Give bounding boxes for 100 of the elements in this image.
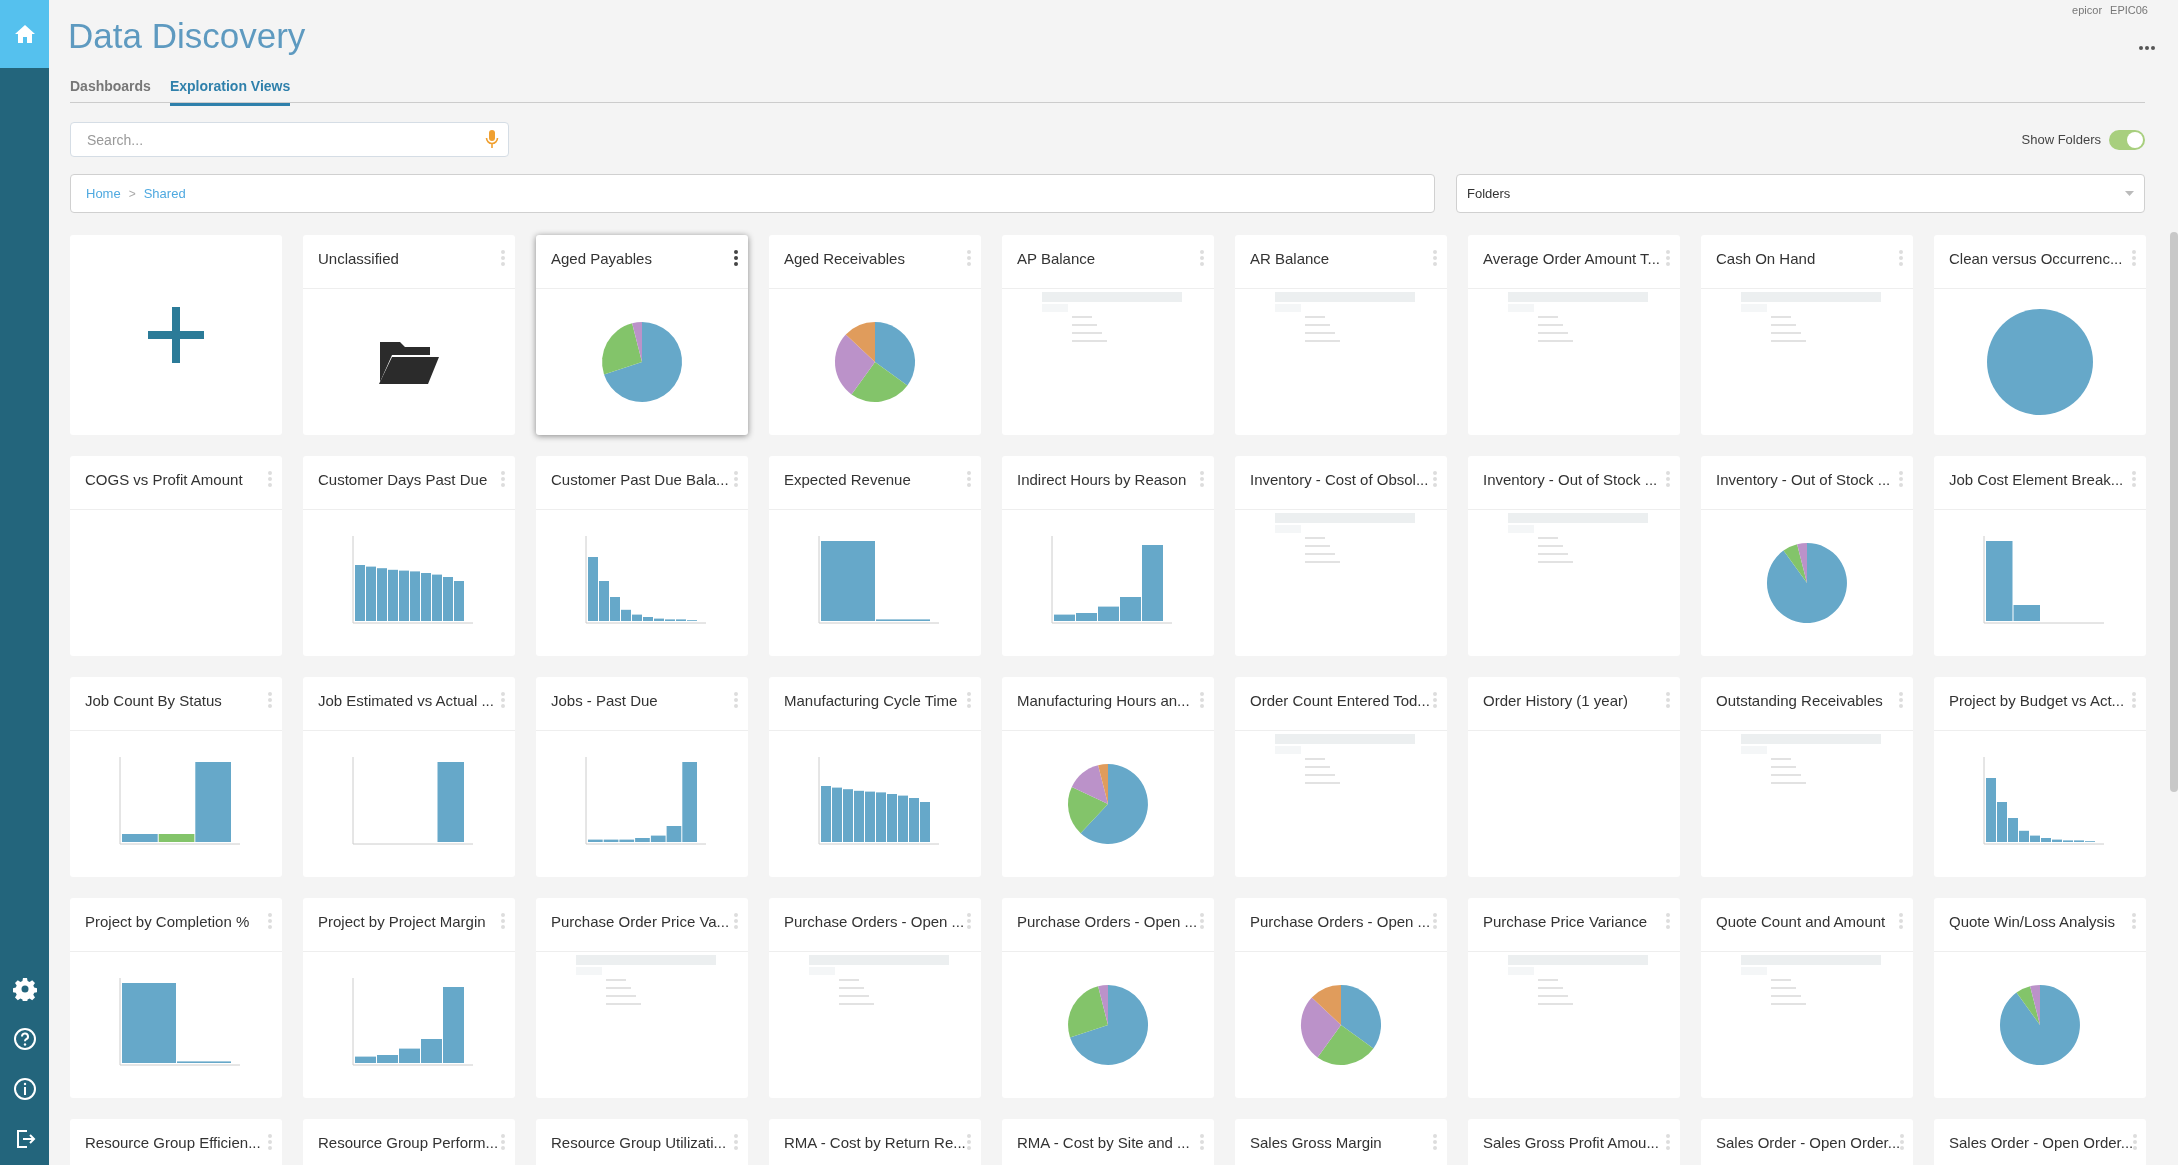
card-title: Job Estimated vs Actual ... <box>318 691 494 711</box>
view-card[interactable]: RMA - Cost by Site and ... <box>1002 1119 1214 1165</box>
more-menu-icon[interactable] <box>2139 46 2155 50</box>
view-card[interactable]: Job Cost Element Break... <box>1934 456 2146 656</box>
card-title: Project by Project Margin <box>318 912 486 932</box>
card-title: Project by Budget vs Act... <box>1949 691 2125 711</box>
view-card[interactable]: RMA - Cost by Return Re... <box>769 1119 981 1165</box>
view-card[interactable]: Order History (1 year) <box>1468 677 1680 877</box>
show-folders-toggle[interactable] <box>2109 129 2145 150</box>
card-title: Outstanding Receivables <box>1716 691 1883 711</box>
page-title: Data Discovery <box>68 15 306 57</box>
kebab-menu-icon[interactable] <box>734 250 738 266</box>
card-title: Inventory - Cost of Obsol... <box>1250 470 1429 490</box>
caret-icon <box>2125 191 2134 196</box>
view-card[interactable]: Purchase Order Price Va... <box>536 898 748 1098</box>
plus-icon[interactable] <box>148 307 204 363</box>
card-title: RMA - Cost by Return Re... <box>784 1133 966 1153</box>
card-title: RMA - Cost by Site and ... <box>1017 1133 1190 1153</box>
card-title: Expected Revenue <box>784 470 911 490</box>
card-title: Sales Order - Open Order... <box>1716 1133 1901 1153</box>
folder-dropdown[interactable]: Folders <box>1456 174 2145 213</box>
view-card[interactable]: Customer Past Due Bala... <box>536 456 748 656</box>
card-title: Cash On Hand <box>1716 249 1816 269</box>
card-title: Inventory - Out of Stock ... <box>1716 470 1891 490</box>
view-card[interactable]: Average Order Amount T... <box>1468 235 1680 435</box>
microphone-icon[interactable] <box>485 129 499 149</box>
view-card[interactable]: AP Balance <box>1002 235 1214 435</box>
view-card[interactable]: Purchase Orders - Open ... <box>1002 898 1214 1098</box>
view-card[interactable]: Jobs - Past Due <box>536 677 748 877</box>
view-card[interactable]: Outstanding Receivables <box>1701 677 1913 877</box>
card-title: Indirect Hours by Reason <box>1017 470 1187 490</box>
view-card[interactable]: Sales Gross Margin <box>1235 1119 1447 1165</box>
card-title: Inventory - Out of Stock ... <box>1483 470 1658 490</box>
card-title: Aged Receivables <box>784 249 905 269</box>
card-title: Resource Group Perform... <box>318 1133 499 1153</box>
card-title: Sales Gross Margin <box>1250 1133 1382 1153</box>
view-card[interactable]: Resource Group Efficien... <box>70 1119 282 1165</box>
card-title: Customer Past Due Bala... <box>551 470 729 490</box>
card-title: AR Balance <box>1250 249 1330 269</box>
card-title: Project by Completion % <box>85 912 250 932</box>
view-card[interactable]: Aged Payables <box>536 235 748 435</box>
card-title: Quote Win/Loss Analysis <box>1949 912 2115 932</box>
view-card[interactable]: Resource Group Utilizati... <box>536 1119 748 1165</box>
view-card[interactable]: Cash On Hand <box>1701 235 1913 435</box>
view-card[interactable]: COGS vs Profit Amount <box>70 456 282 656</box>
home-button[interactable] <box>0 0 49 68</box>
user-name: epicor <box>2072 3 2103 18</box>
card-title: Purchase Orders - Open ... <box>1017 912 1198 932</box>
view-card[interactable]: Quote Win/Loss Analysis <box>1934 898 2146 1098</box>
show-folders-label: Show Folders <box>2021 130 2101 149</box>
card-title: Order Count Entered Tod... <box>1250 691 1430 711</box>
card-title: Average Order Amount T... <box>1483 249 1661 269</box>
view-card[interactable]: Order Count Entered Tod... <box>1235 677 1447 877</box>
card-title: Purchase Orders - Open ... <box>1250 912 1431 932</box>
scrollbar[interactable] <box>2170 232 2178 792</box>
view-card[interactable]: Purchase Orders - Open ... <box>1235 898 1447 1098</box>
card-title: Clean versus Occurrenc... <box>1949 249 2123 269</box>
view-card[interactable]: Sales Order - Open Order... <box>1934 1119 2146 1165</box>
view-card[interactable]: Resource Group Perform... <box>303 1119 515 1165</box>
help-icon[interactable] <box>12 1027 37 1051</box>
view-card[interactable]: Unclassified <box>303 235 515 435</box>
card-title: Manufacturing Cycle Time <box>784 691 958 711</box>
company-name: EPIC06 <box>2110 3 2148 18</box>
card-title: Job Cost Element Break... <box>1949 470 2124 490</box>
tab[interactable]: Exploration Views <box>169 76 291 106</box>
view-card[interactable]: Sales Gross Profit Amou... <box>1468 1119 1680 1165</box>
card-title: Sales Order - Open Order... <box>1949 1133 2134 1153</box>
tab[interactable]: Dashboards <box>70 76 151 103</box>
home-icon <box>13 24 36 44</box>
view-card[interactable]: Job Estimated vs Actual ... <box>303 677 515 877</box>
view-card[interactable]: Purchase Orders - Open ... <box>769 898 981 1098</box>
view-card[interactable]: AR Balance <box>1235 235 1447 435</box>
view-card[interactable]: Inventory - Out of Stock ... <box>1468 456 1680 656</box>
view-card[interactable]: Project by Budget vs Act... <box>1934 677 2146 877</box>
view-card[interactable]: Purchase Price Variance <box>1468 898 1680 1098</box>
card-title: Purchase Order Price Va... <box>551 912 730 932</box>
view-card[interactable]: Clean versus Occurrenc... <box>1934 235 2146 435</box>
card-title: Customer Days Past Due <box>318 470 488 490</box>
view-card[interactable]: Project by Project Margin <box>303 898 515 1098</box>
card-title: Aged Payables <box>551 249 652 269</box>
view-card[interactable]: Manufacturing Cycle Time <box>769 677 981 877</box>
view-card[interactable]: Quote Count and Amount <box>1701 898 1913 1098</box>
separator-icon: > <box>128 184 136 203</box>
view-card[interactable]: Aged Receivables <box>769 235 981 435</box>
view-card[interactable]: Inventory - Cost of Obsol... <box>1235 456 1447 656</box>
view-card[interactable]: Expected Revenue <box>769 456 981 656</box>
view-card[interactable]: Manufacturing Hours an... <box>1002 677 1214 877</box>
view-card[interactable]: Sales Order - Open Order... <box>1701 1119 1913 1165</box>
card-title: Sales Gross Profit Amou... <box>1483 1133 1659 1153</box>
view-card[interactable]: Project by Completion % <box>70 898 282 1098</box>
settings-icon[interactable] <box>12 977 37 1001</box>
card-title: Manufacturing Hours an... <box>1017 691 1190 711</box>
search-field[interactable]: Search... <box>70 122 509 157</box>
card-title: Order History (1 year) <box>1483 691 1629 711</box>
view-card[interactable]: Indirect Hours by Reason <box>1002 456 1214 656</box>
info-icon[interactable] <box>12 1077 37 1101</box>
card-title: Unclassified <box>318 249 399 269</box>
view-card[interactable]: Job Count By Status <box>70 677 282 877</box>
view-card[interactable]: Inventory - Out of Stock ... <box>1701 456 1913 656</box>
view-card[interactable]: Customer Days Past Due <box>303 456 515 656</box>
